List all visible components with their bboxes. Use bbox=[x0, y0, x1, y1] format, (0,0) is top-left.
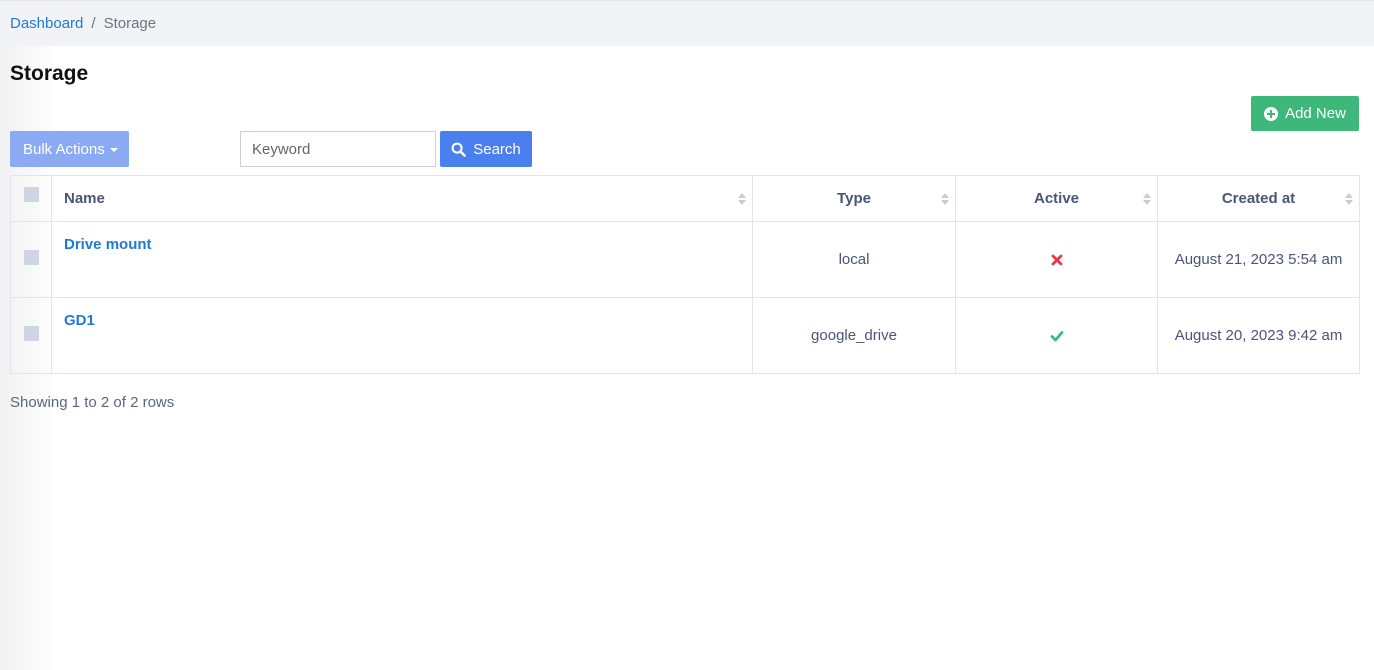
created-at-value: August 21, 2023 5:54 am bbox=[1174, 251, 1343, 268]
pagination-summary: Showing 1 to 2 of 2 rows bbox=[10, 394, 175, 411]
row-select-cell bbox=[10, 297, 52, 374]
bulk-actions-label: Bulk Actions bbox=[23, 140, 105, 158]
table-row: GD1 google_drive August 20, 2023 9:42 am bbox=[10, 297, 1360, 374]
keyword-search-input[interactable] bbox=[240, 131, 436, 167]
created-at-cell: August 20, 2023 9:42 am bbox=[1157, 297, 1360, 374]
select-all-cell bbox=[10, 175, 52, 222]
search-label: Search bbox=[473, 140, 521, 158]
storage-table: Name Type Active Created at Drive mount … bbox=[10, 175, 1360, 374]
select-all-checkbox[interactable] bbox=[23, 187, 39, 202]
add-new-label: Add New bbox=[1285, 105, 1346, 122]
name-cell: GD1 bbox=[51, 297, 753, 374]
row-checkbox[interactable] bbox=[23, 326, 39, 341]
breadcrumb-dashboard-link[interactable]: Dashboard bbox=[10, 15, 83, 32]
storage-name-link[interactable]: Drive mount bbox=[64, 236, 152, 253]
active-cell bbox=[955, 221, 1158, 298]
bulk-actions-dropdown[interactable]: Bulk Actions bbox=[10, 131, 129, 167]
table-row: Drive mount local August 21, 2023 5:54 a… bbox=[10, 221, 1360, 298]
sort-icon bbox=[738, 192, 746, 206]
name-cell: Drive mount bbox=[51, 221, 753, 298]
caret-down-icon bbox=[109, 148, 118, 152]
created-at-value: August 20, 2023 9:42 am bbox=[1174, 327, 1343, 344]
page-title: Storage bbox=[10, 62, 89, 85]
column-active-label: Active bbox=[1033, 190, 1080, 207]
column-header-type[interactable]: Type bbox=[752, 175, 956, 222]
column-name-label: Name bbox=[64, 190, 105, 207]
inactive-x-icon bbox=[1051, 254, 1062, 266]
column-created-at-label: Created at bbox=[1221, 190, 1296, 207]
add-new-button[interactable]: Add New bbox=[1251, 96, 1359, 131]
row-checkbox[interactable] bbox=[23, 250, 39, 265]
breadcrumb: Dashboard / Storage bbox=[0, 0, 1374, 46]
plus-circle-icon bbox=[1264, 106, 1279, 121]
column-header-name[interactable]: Name bbox=[51, 175, 753, 222]
breadcrumb-separator: / bbox=[91, 15, 96, 32]
row-select-cell bbox=[10, 221, 52, 298]
storage-name-link[interactable]: GD1 bbox=[64, 312, 95, 329]
sort-icon bbox=[1143, 192, 1151, 206]
column-header-active[interactable]: Active bbox=[955, 175, 1158, 222]
storage-type: google_drive bbox=[811, 327, 897, 344]
breadcrumb-current: Storage bbox=[103, 15, 157, 32]
created-at-cell: August 21, 2023 5:54 am bbox=[1157, 221, 1360, 298]
type-cell: google_drive bbox=[752, 297, 956, 374]
search-button[interactable]: Search bbox=[440, 131, 532, 167]
sort-icon bbox=[1345, 192, 1353, 206]
search-icon bbox=[451, 142, 467, 157]
active-check-icon bbox=[1050, 331, 1063, 342]
type-cell: local bbox=[752, 221, 956, 298]
sort-icon bbox=[941, 192, 949, 206]
column-header-created-at[interactable]: Created at bbox=[1157, 175, 1360, 222]
storage-type: local bbox=[838, 251, 870, 268]
table-header-row: Name Type Active Created at bbox=[10, 175, 1360, 222]
column-type-label: Type bbox=[837, 190, 871, 207]
active-cell bbox=[955, 297, 1158, 374]
